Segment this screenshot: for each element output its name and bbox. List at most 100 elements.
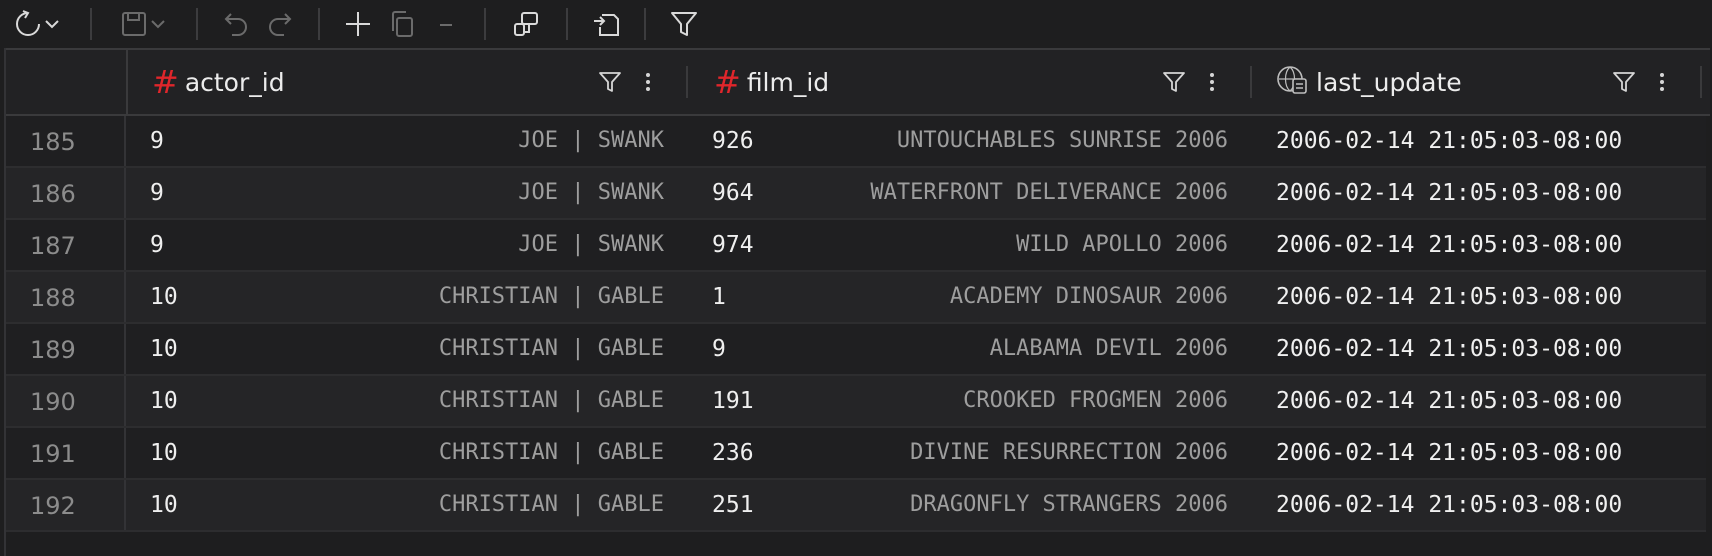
last-update-cell[interactable]: 2006-02-14 21:05:03-08:00 — [1276, 492, 1622, 518]
row-number-cell[interactable]: 187 — [6, 220, 126, 270]
row-number-cell[interactable]: 189 — [6, 324, 126, 374]
row-number: 187 — [30, 232, 76, 260]
row-number: 192 — [30, 492, 76, 520]
table-row[interactable]: 188 10 CHRISTIAN | GABLE 1 ACADEMY DINOS… — [6, 272, 1706, 324]
table-row[interactable]: 192 10 CHRISTIAN | GABLE 251 DRAGONFLY S… — [6, 480, 1706, 532]
save-icon — [119, 9, 149, 39]
actor-id-cell[interactable]: 10 — [150, 336, 178, 362]
last-update-cell[interactable]: 2006-02-14 21:05:03-08:00 — [1276, 440, 1622, 466]
film-reference-label: DIVINE RESURRECTION 2006 — [910, 440, 1228, 465]
column-filter-icon[interactable] — [1162, 70, 1186, 98]
column-name: film_id — [746, 67, 830, 97]
film-id-cell[interactable]: 926 — [712, 128, 754, 154]
last-update-cell[interactable]: 2006-02-14 21:05:03-08:00 — [1276, 128, 1622, 154]
last-update-cell[interactable]: 2006-02-14 21:05:03-08:00 — [1276, 180, 1622, 206]
actor-id-cell[interactable]: 10 — [150, 492, 178, 518]
chevron-down-icon — [149, 15, 167, 33]
save-button[interactable] — [114, 6, 172, 42]
film-id-cell[interactable]: 251 — [712, 492, 754, 518]
film-id-cell[interactable]: 236 — [712, 440, 754, 466]
column-divider[interactable] — [1700, 66, 1702, 98]
timestamp-icon — [1276, 64, 1308, 100]
filter-icon — [669, 9, 699, 39]
duplicate-row-button[interactable] — [386, 6, 418, 42]
toolbar-divider — [644, 8, 646, 40]
film-id-cell[interactable]: 1 — [712, 284, 726, 310]
row-number-cell[interactable]: 192 — [6, 480, 126, 530]
add-row-button[interactable] — [342, 6, 374, 42]
redo-button[interactable] — [264, 6, 296, 42]
film-reference-label: ALABAMA DEVIL 2006 — [989, 336, 1228, 361]
toolbar-divider — [566, 8, 568, 40]
grid-header: # actor_id # film_id last_update — [6, 48, 1710, 116]
table-row[interactable]: 191 10 CHRISTIAN | GABLE 236 DIVINE RESU… — [6, 428, 1706, 480]
last-update-cell[interactable]: 2006-02-14 21:05:03-08:00 — [1276, 388, 1622, 414]
column-menu-icon[interactable] — [642, 70, 654, 98]
film-reference-label: UNTOUCHABLES SUNRISE 2006 — [896, 128, 1228, 153]
film-id-cell[interactable]: 9 — [712, 336, 726, 362]
actor-id-cell[interactable]: 9 — [150, 128, 164, 154]
column-header-actor-id[interactable]: # actor_id — [152, 50, 285, 114]
last-update-cell[interactable]: 2006-02-14 21:05:03-08:00 — [1276, 232, 1622, 258]
actor-id-cell[interactable]: 10 — [150, 440, 178, 466]
row-number-cell[interactable]: 186 — [6, 168, 126, 218]
column-menu-icon[interactable] — [1656, 70, 1668, 98]
row-number-cell[interactable]: 191 — [6, 428, 126, 478]
actor-reference-label: CHRISTIAN | GABLE — [438, 492, 664, 517]
refresh-button[interactable] — [8, 6, 66, 42]
export-icon — [590, 9, 622, 39]
film-reference-label: WATERFRONT DELIVERANCE 2006 — [870, 180, 1228, 205]
actor-id-cell[interactable]: 9 — [150, 180, 164, 206]
delete-row-icon — [436, 14, 456, 34]
film-id-cell[interactable]: 964 — [712, 180, 754, 206]
table-row[interactable]: 189 10 CHRISTIAN | GABLE 9 ALABAMA DEVIL… — [6, 324, 1706, 376]
row-number-header — [6, 50, 128, 114]
column-header-film-id[interactable]: # film_id — [714, 50, 829, 114]
actor-id-cell[interactable]: 10 — [150, 388, 178, 414]
row-number-cell[interactable]: 190 — [6, 376, 126, 426]
refresh-icon — [13, 9, 43, 39]
actor-reference-label: JOE | SWANK — [518, 128, 664, 153]
row-number: 186 — [30, 180, 76, 208]
row-number-cell[interactable]: 188 — [6, 272, 126, 322]
last-update-cell[interactable]: 2006-02-14 21:05:03-08:00 — [1276, 336, 1622, 362]
hash-icon: # — [152, 63, 179, 101]
column-menu-icon[interactable] — [1206, 70, 1218, 98]
table-row[interactable]: 187 9 JOE | SWANK 974 WILD APOLLO 2006 2… — [6, 220, 1706, 272]
filter-button[interactable] — [666, 6, 702, 42]
duplicate-row-icon — [388, 10, 416, 38]
table-row[interactable]: 185 9 JOE | SWANK 926 UNTOUCHABLES SUNRI… — [6, 116, 1706, 168]
add-row-icon — [343, 9, 373, 39]
column-filter-icon[interactable] — [1612, 70, 1636, 98]
table-row[interactable]: 190 10 CHRISTIAN | GABLE 191 CROOKED FRO… — [6, 376, 1706, 428]
row-number: 188 — [30, 284, 76, 312]
export-button[interactable] — [588, 6, 624, 42]
toolbar-divider — [318, 8, 320, 40]
actor-reference-label: JOE | SWANK — [518, 232, 664, 257]
film-reference-label: DRAGONFLY STRANGERS 2006 — [910, 492, 1228, 517]
column-header-last-update[interactable]: last_update — [1276, 50, 1462, 114]
actor-reference-label: CHRISTIAN | GABLE — [438, 284, 664, 309]
last-update-cell[interactable]: 2006-02-14 21:05:03-08:00 — [1276, 284, 1622, 310]
table-row[interactable]: 186 9 JOE | SWANK 964 WATERFRONT DELIVER… — [6, 168, 1706, 220]
toolbar — [0, 0, 1712, 48]
actor-id-cell[interactable]: 9 — [150, 232, 164, 258]
transform-button[interactable] — [508, 6, 544, 42]
actor-reference-label: CHRISTIAN | GABLE — [438, 388, 664, 413]
column-divider[interactable] — [686, 66, 688, 98]
undo-button[interactable] — [220, 6, 252, 42]
film-id-cell[interactable]: 191 — [712, 388, 754, 414]
redo-icon — [266, 10, 294, 38]
actor-reference-label: CHRISTIAN | GABLE — [438, 336, 664, 361]
actor-id-cell[interactable]: 10 — [150, 284, 178, 310]
undo-icon — [222, 10, 250, 38]
toolbar-divider — [196, 8, 198, 40]
column-filter-icon[interactable] — [598, 70, 622, 98]
toolbar-divider — [90, 8, 92, 40]
toolbar-divider — [484, 8, 486, 40]
film-id-cell[interactable]: 974 — [712, 232, 754, 258]
row-number-cell[interactable]: 185 — [6, 116, 126, 166]
column-divider[interactable] — [1250, 66, 1252, 98]
delete-row-button[interactable] — [430, 6, 462, 42]
row-number: 190 — [30, 388, 76, 416]
